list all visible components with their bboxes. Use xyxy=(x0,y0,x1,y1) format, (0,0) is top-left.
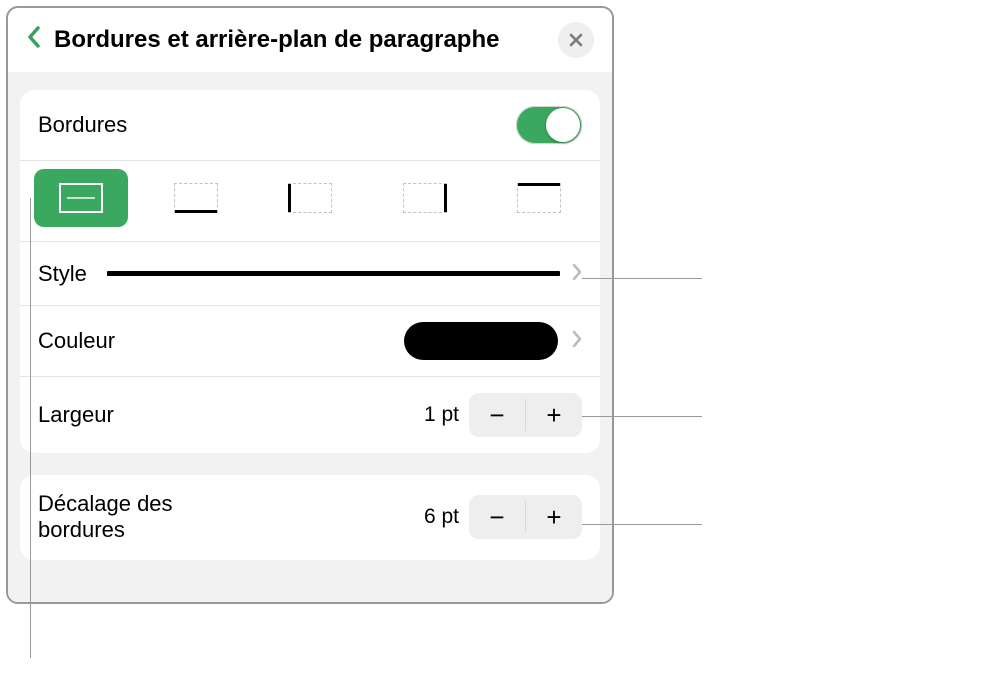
panel-title: Bordures et arrière-plan de paragraphe xyxy=(54,26,546,54)
width-stepper-group: 1 pt − + xyxy=(424,393,582,437)
style-label: Style xyxy=(38,261,87,287)
border-position-row xyxy=(20,160,600,241)
offset-card: Décalage des bordures 6 pt − + xyxy=(20,475,600,560)
panel-header: Bordures et arrière-plan de paragraphe xyxy=(8,8,612,72)
callout-line xyxy=(30,198,31,658)
offset-label: Décalage des bordures xyxy=(38,491,258,544)
width-increment[interactable]: + xyxy=(526,393,582,437)
width-label: Largeur xyxy=(38,402,114,428)
borders-panel: Bordures et arrière-plan de paragraphe B… xyxy=(6,6,614,604)
color-row[interactable]: Couleur xyxy=(20,305,600,376)
color-swatch[interactable] xyxy=(404,322,558,360)
borders-toggle[interactable] xyxy=(516,106,582,144)
offset-row: Décalage des bordures 6 pt − + xyxy=(20,475,600,560)
chevron-left-icon xyxy=(26,25,42,49)
offset-increment[interactable]: + xyxy=(526,495,582,539)
border-bottom-icon xyxy=(174,183,218,213)
borders-toggle-label: Bordures xyxy=(38,112,127,138)
width-row: Largeur 1 pt − + xyxy=(20,376,600,453)
border-left-icon xyxy=(288,183,332,213)
border-position-top[interactable] xyxy=(492,169,586,227)
offset-stepper: − + xyxy=(469,495,582,539)
border-position-bottom[interactable] xyxy=(149,169,243,227)
callout-line xyxy=(582,278,702,279)
close-button[interactable] xyxy=(558,22,594,58)
border-position-left[interactable] xyxy=(263,169,357,227)
border-all-icon xyxy=(59,183,103,213)
offset-decrement[interactable]: − xyxy=(469,495,525,539)
border-top-icon xyxy=(517,183,561,213)
border-right-icon xyxy=(403,183,447,213)
callout-line xyxy=(582,524,702,525)
panel-body: Bordures xyxy=(8,72,612,602)
borders-card: Bordures xyxy=(20,90,600,453)
back-button[interactable] xyxy=(26,24,42,56)
chevron-right-icon xyxy=(572,328,582,354)
line-style-preview xyxy=(107,271,560,276)
chevron-right-icon xyxy=(572,261,582,287)
offset-stepper-group: 6 pt − + xyxy=(424,495,582,539)
close-icon xyxy=(569,33,583,47)
callout-line xyxy=(582,416,702,417)
borders-toggle-row: Bordures xyxy=(20,90,600,160)
width-decrement[interactable]: − xyxy=(469,393,525,437)
border-position-right[interactable] xyxy=(378,169,472,227)
width-value: 1 pt xyxy=(424,403,459,427)
border-position-all[interactable] xyxy=(34,169,128,227)
width-stepper: − + xyxy=(469,393,582,437)
style-row[interactable]: Style xyxy=(20,241,600,305)
color-label: Couleur xyxy=(38,328,115,354)
offset-value: 6 pt xyxy=(424,505,459,529)
